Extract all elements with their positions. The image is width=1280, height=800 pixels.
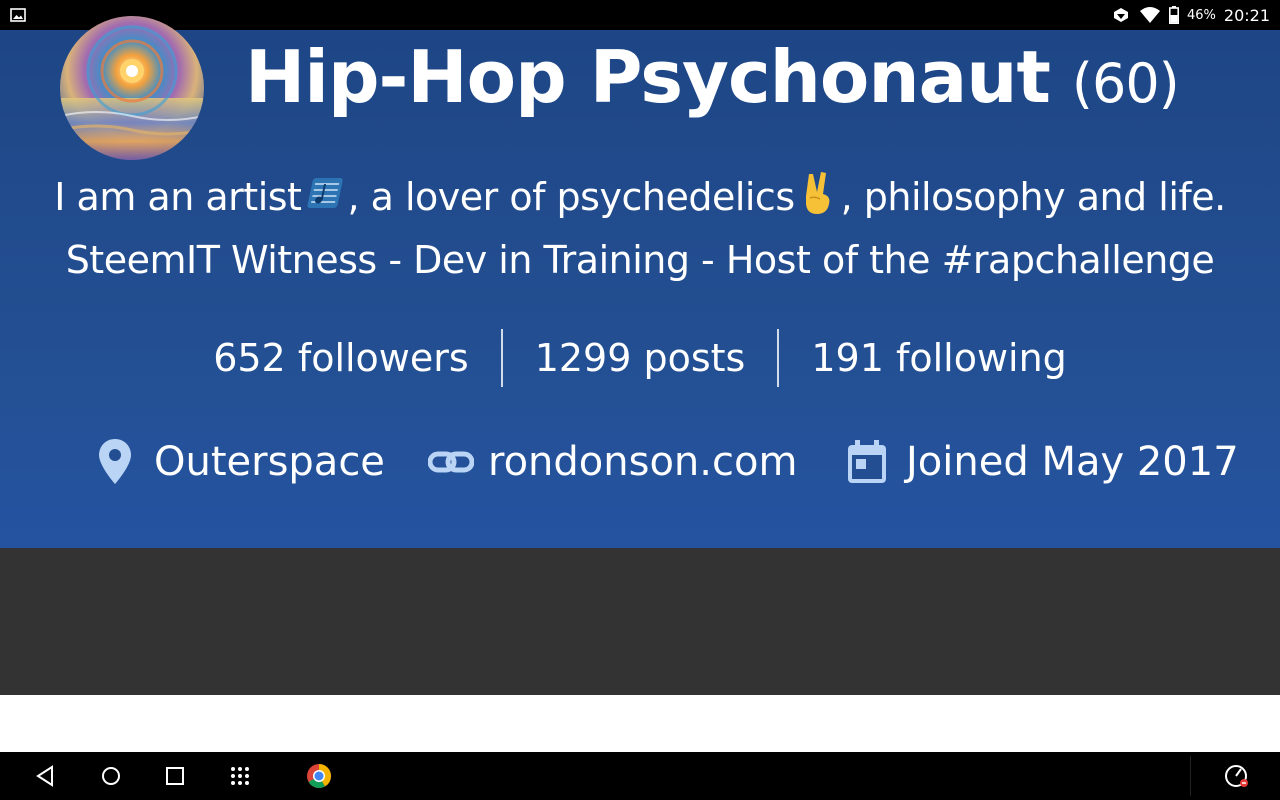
about-text-c: , philosophy and life.	[840, 175, 1227, 219]
stats-divider	[500, 329, 503, 387]
chrome-app-button[interactable]	[302, 752, 336, 800]
back-button[interactable]	[28, 752, 62, 800]
about-text-a: I am an artist	[54, 175, 302, 219]
reputation-score: (60)	[1071, 52, 1180, 115]
data-saver-icon	[1113, 8, 1128, 22]
profile-header: Hip-Hop Psychonaut (60) I am an artist ,…	[0, 16, 1280, 548]
profile-about-line-1: I am an artist , a lover of psychedelics…	[0, 170, 1280, 219]
content-area	[0, 548, 1280, 695]
posts-count[interactable]: 1299 posts	[535, 336, 746, 380]
speed-icon	[1225, 765, 1248, 787]
battery-icon	[1168, 6, 1179, 24]
joined-text: Joined May 2017	[906, 439, 1239, 485]
location-pin-icon	[99, 439, 131, 484]
avatar-image	[60, 16, 204, 160]
status-icons: 46% 20:21	[1111, 0, 1270, 30]
home-icon	[102, 767, 120, 785]
recents-button[interactable]	[158, 752, 192, 800]
navigation-bar	[0, 752, 1280, 800]
chrome-icon	[307, 764, 331, 789]
join-date: Joined May 2017	[846, 432, 1239, 492]
website[interactable]: rondonson.com	[428, 432, 797, 492]
location: Outerspace	[96, 432, 385, 492]
clock: 20:21	[1223, 5, 1270, 25]
website-link[interactable]: rondonson.com	[488, 439, 797, 485]
location-text: Outerspace	[154, 439, 385, 485]
avatar[interactable]	[60, 16, 204, 160]
home-button[interactable]	[94, 752, 128, 800]
profile-stats: 652 followers 1299 posts 191 following	[0, 327, 1280, 389]
screen: 46% 20:21 Hip-Hop Psychonaut (60) I am a…	[0, 0, 1280, 800]
about-text-b: , a lover of psychedelics	[347, 175, 795, 219]
apps-icon	[231, 767, 249, 785]
speed-booster-button[interactable]	[1220, 752, 1254, 800]
profile-title: Hip-Hop Psychonaut (60)	[245, 35, 1180, 135]
battery-level: 46%	[1186, 7, 1216, 23]
recents-icon	[166, 767, 184, 785]
nav-divider	[1190, 756, 1191, 796]
status-bar: 46% 20:21	[0, 0, 1280, 30]
music-notes-emoji	[307, 178, 344, 208]
apps-button[interactable]	[223, 752, 257, 800]
following-count[interactable]: 191 following	[811, 336, 1066, 380]
wifi-icon	[1139, 7, 1160, 23]
image-icon	[10, 8, 26, 22]
followers-count[interactable]: 652 followers	[213, 336, 468, 380]
calendar-icon	[848, 440, 886, 483]
stats-divider	[777, 329, 780, 387]
profile-name: Hip-Hop Psychonaut	[245, 35, 1051, 119]
link-icon	[428, 451, 474, 473]
back-icon	[36, 765, 53, 787]
content-strip	[0, 695, 1280, 752]
profile-about-line-2: SteemIT Witness - Dev in Training - Host…	[65, 238, 1215, 282]
victory-hand-emoji	[805, 172, 830, 214]
profile-meta: Outerspace rondonson.com Joined May 2017	[0, 432, 1280, 492]
